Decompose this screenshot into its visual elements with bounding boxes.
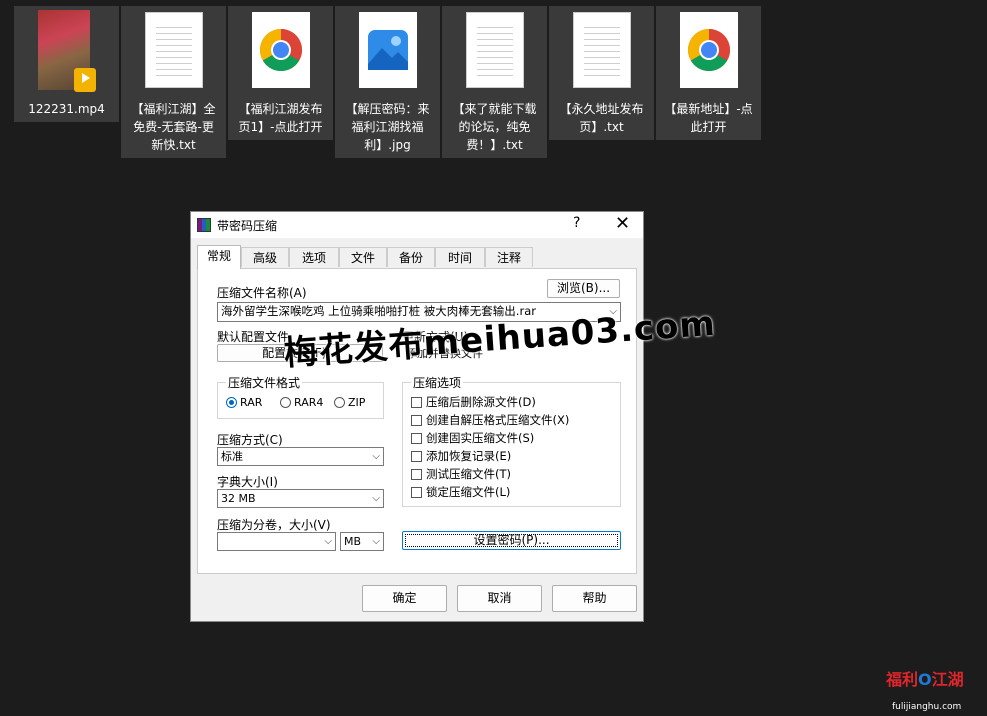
tab-options[interactable]: 选项 [289,247,339,267]
format-rar4-radio[interactable]: RAR4 [280,396,323,409]
volume-unit-select[interactable]: MB ⌵ [340,532,384,551]
chrome-icon [680,12,738,88]
desktop-file-txt[interactable]: 【来了就能下载 的论坛，纯免 费！】.txt [442,6,547,158]
checkbox-label: 添加恢复记录(E) [426,449,512,463]
tab-backup[interactable]: 备份 [387,247,435,267]
site-logo: 福利O江湖 [886,666,964,690]
radio-label: RAR [240,396,263,409]
logo-url: fulijianghu.com [892,702,962,712]
file-name: 122231.mp4 [28,102,105,116]
checkbox-icon [411,433,422,444]
dict-label: 字典大小(I) [217,475,278,489]
checkbox-label: 压缩后删除源文件(D) [426,395,536,409]
method-value: 标准 [221,450,243,463]
chevron-down-icon: ⌵ [372,493,380,504]
close-icon[interactable]: ✕ [615,213,630,234]
chrome-icon [252,12,310,88]
lock-checkbox[interactable]: 锁定压缩文件(L) [411,484,510,500]
checkbox-label: 锁定压缩文件(L) [426,485,511,499]
tab-files[interactable]: 文件 [339,247,387,267]
solid-checkbox[interactable]: 创建固实压缩文件(S) [411,430,534,446]
file-name: 【福利江湖发布 页1】-点此打开 [238,102,323,134]
tab-time[interactable]: 时间 [435,247,485,267]
dict-select[interactable]: 32 MB ⌵ [217,489,384,508]
file-name: 【解压密码：来 福利江湖找福 利】.jpg [345,102,430,152]
set-password-button[interactable]: 设置密码(P)... [402,531,621,550]
dialog-titlebar[interactable]: 带密码压缩 ? ✕ [191,212,643,238]
volume-label: 压缩为分卷，大小(V) [217,518,331,532]
radio-icon [280,397,291,408]
checkbox-icon [411,397,422,408]
checkbox-icon [411,469,422,480]
player-badge-icon [74,68,96,92]
file-name: 【最新地址】-点 此打开 [664,102,753,134]
video-thumbnail-icon [38,10,96,92]
compress-dialog: 带密码压缩 ? ✕ 常规 高级 选项 文件 备份 时间 注释 压缩文件名称(A)… [190,211,644,622]
image-file-icon [359,12,417,88]
logo-right: 江湖 [931,670,964,689]
archive-name-label: 压缩文件名称(A) [217,286,307,300]
options-group: 压缩选项 压缩后删除源文件(D) 创建自解压格式压缩文件(X) 创建固实压缩文件… [402,374,621,507]
tab-advanced[interactable]: 高级 [241,247,289,267]
tab-general[interactable]: 常规 [197,245,241,269]
checkbox-icon [411,415,422,426]
format-group-title: 压缩文件格式 [226,374,303,391]
test-checkbox[interactable]: 测试压缩文件(T) [411,466,511,482]
chevron-down-icon: ⌵ [372,451,380,462]
checkbox-label: 创建固实压缩文件(S) [426,431,535,445]
chevron-down-icon: ⌵ [324,536,332,547]
logo-left: 福利 [886,670,919,689]
file-name: 【来了就能下载 的论坛，纯免 费！】.txt [452,102,537,152]
winrar-icon [197,218,211,232]
cancel-button[interactable]: 取消 [457,585,542,612]
desktop-file-link[interactable]: 【福利江湖发布 页1】-点此打开 [228,6,333,140]
help-icon[interactable]: ? [573,215,580,231]
desktop-file-link[interactable]: 【最新地址】-点 此打开 [656,6,761,140]
file-name: 【永久地址发布 页】.txt [559,102,644,134]
radio-label: ZIP [348,396,366,409]
method-select[interactable]: 标准 ⌵ [217,447,384,466]
dialog-title: 带密码压缩 [217,219,278,233]
text-file-icon [466,12,524,88]
checkbox-icon [411,487,422,498]
format-zip-radio[interactable]: ZIP [334,396,365,409]
volume-unit-value: MB [344,535,362,548]
sfx-checkbox[interactable]: 创建自解压格式压缩文件(X) [411,412,569,428]
radio-checked-icon [226,397,237,408]
dict-value: 32 MB [221,492,256,505]
file-name: 【福利江湖】全 免费-无套路-更 新快.txt [131,102,216,152]
text-file-icon [145,12,203,88]
delete-after-checkbox[interactable]: 压缩后删除源文件(D) [411,394,536,410]
recovery-checkbox[interactable]: 添加恢复记录(E) [411,448,511,464]
checkbox-icon [411,451,422,462]
checkbox-label: 测试压缩文件(T) [426,467,511,481]
desktop-file-txt[interactable]: 【永久地址发布 页】.txt [549,6,654,140]
help-button[interactable]: 帮助 [552,585,637,612]
profile-label: 默认配置文件 [217,330,290,344]
chevron-down-icon: ⌵ [372,536,380,547]
method-label: 压缩方式(C) [217,433,283,447]
text-file-icon [573,12,631,88]
desktop-file-txt[interactable]: 【福利江湖】全 免费-无套路-更 新快.txt [121,6,226,158]
logo-mid-icon: O [918,670,932,689]
desktop-file-jpg[interactable]: 【解压密码：来 福利江湖找福 利】.jpg [335,6,440,158]
tab-comment[interactable]: 注释 [485,247,533,267]
format-group: 压缩文件格式 RAR RAR4 ZIP [217,374,384,419]
browse-button[interactable]: 浏览(B)... [547,279,620,298]
radio-icon [334,397,345,408]
volume-size-input[interactable]: ⌵ [217,532,336,551]
options-group-title: 压缩选项 [411,374,464,391]
radio-label: RAR4 [294,396,324,409]
ok-button[interactable]: 确定 [362,585,447,612]
format-rar-radio[interactable]: RAR [226,396,262,409]
desktop-file-mp4[interactable]: 122231.mp4 [14,6,119,122]
checkbox-label: 创建自解压格式压缩文件(X) [426,413,570,427]
